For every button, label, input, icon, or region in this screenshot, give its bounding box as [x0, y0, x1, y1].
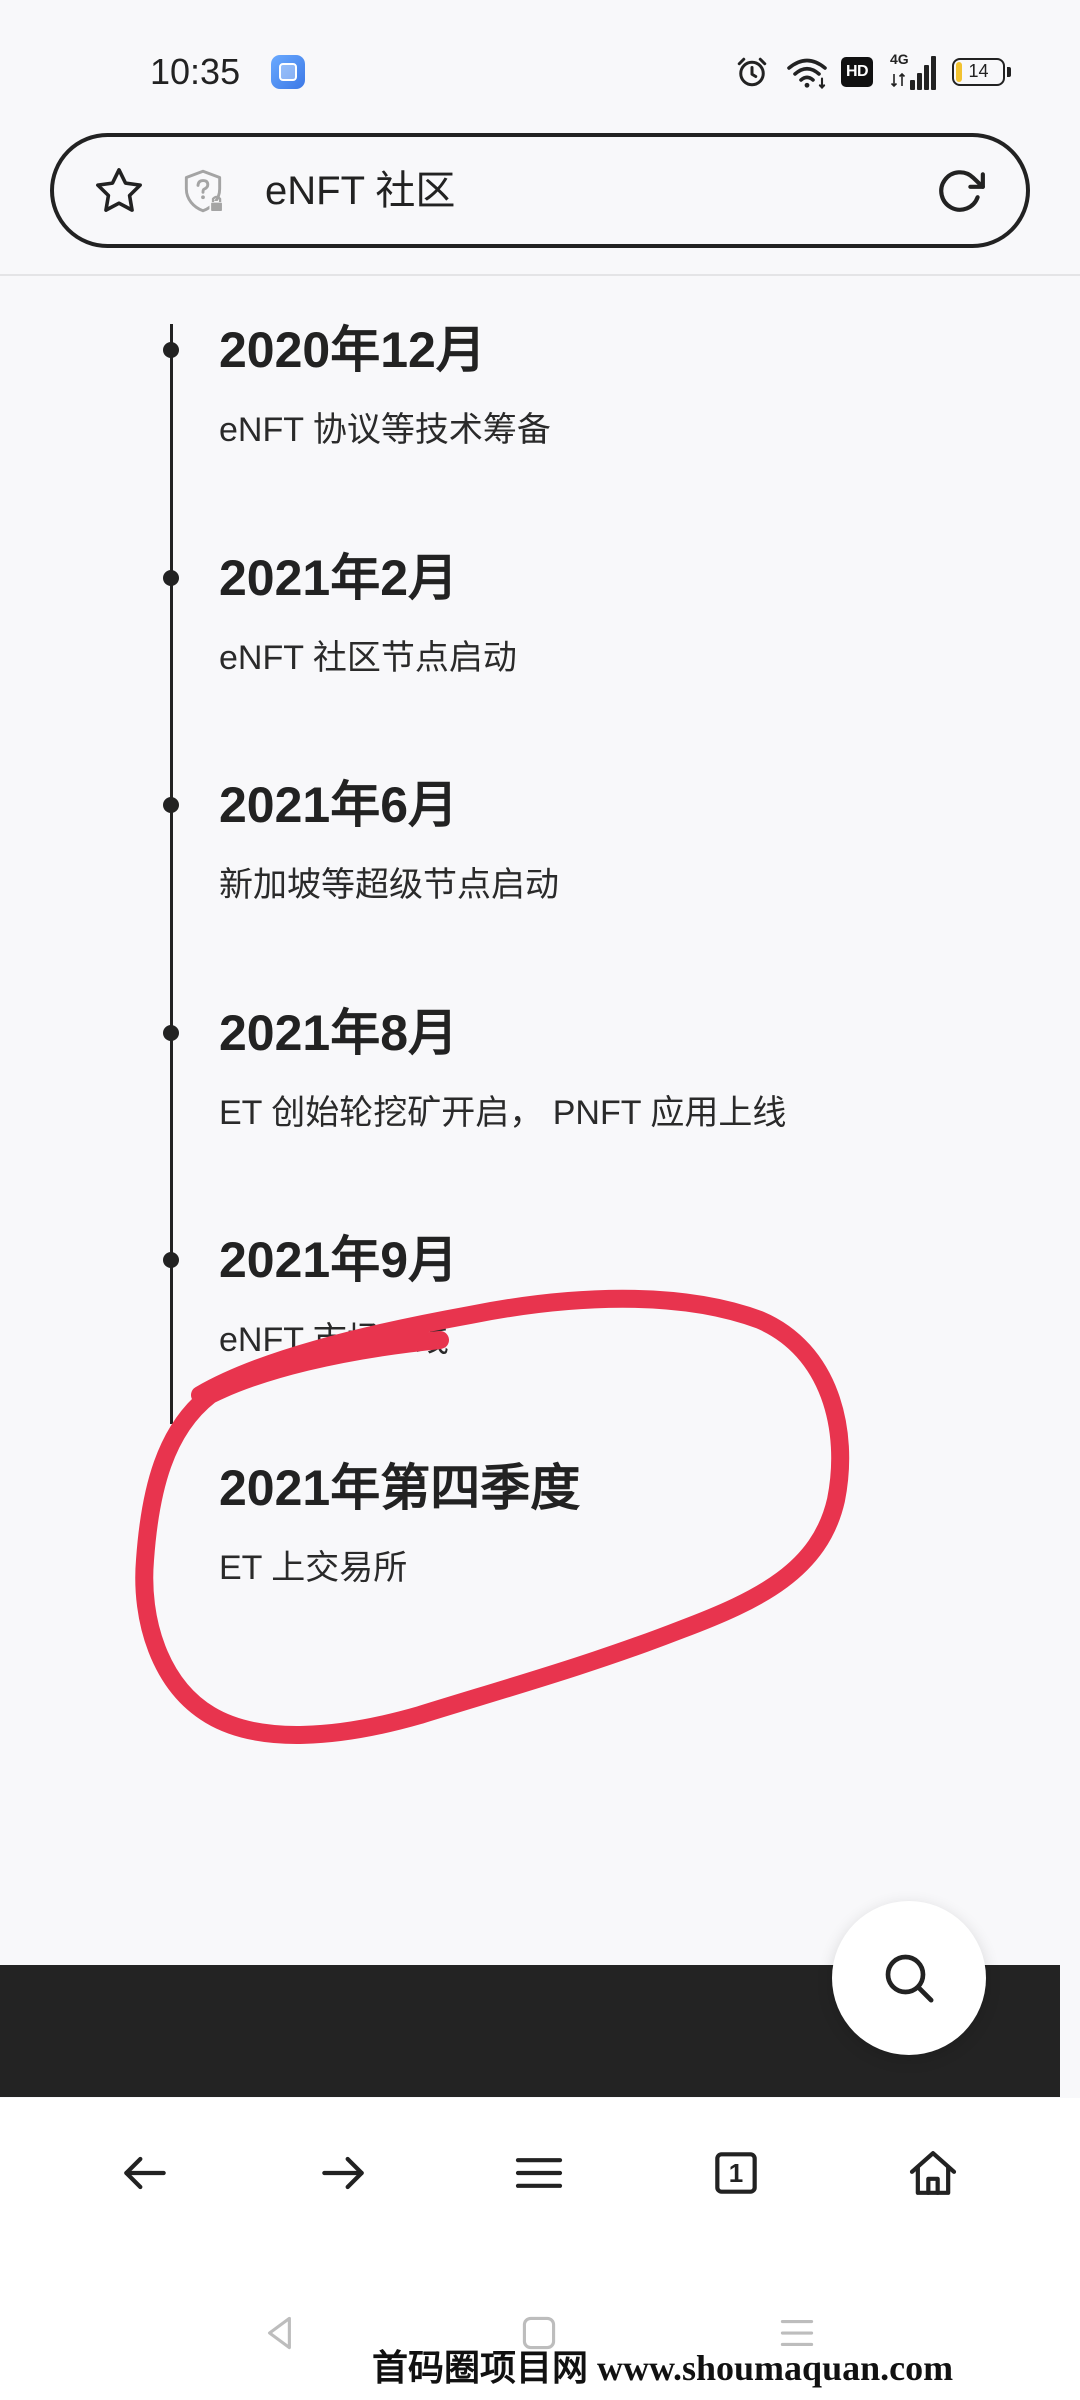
page-title[interactable]: eNFT 社区 — [265, 167, 455, 215]
timeline-item: 2020年12月 eNFT 协议等技术筹备 — [0, 320, 1080, 548]
battery-icon: 14 — [952, 58, 1011, 86]
star-icon[interactable] — [92, 164, 146, 218]
timeline-dot — [163, 569, 179, 586]
timeline-item: 2021年第四季度 ET 上交易所 — [0, 1458, 1080, 1686]
timeline-date: 2021年9月 — [219, 1232, 459, 1288]
wifi-icon — [786, 56, 828, 89]
app-icon — [271, 55, 305, 89]
timeline-date: 2021年8月 — [219, 1004, 459, 1061]
timeline-date: 2021年2月 — [219, 549, 459, 606]
timeline-date: 2021年第四季度 — [219, 1459, 581, 1516]
timeline-item: 2021年6月 新加坡等超级节点启动 — [0, 775, 1080, 1003]
header-divider — [0, 274, 1080, 276]
search-icon — [885, 1954, 934, 2003]
timeline-dot — [163, 342, 179, 358]
home-button[interactable] — [893, 2133, 973, 2213]
hd-icon: HD — [841, 57, 873, 87]
address-bar[interactable]: eNFT 社区 — [50, 133, 1030, 248]
refresh-icon[interactable] — [935, 165, 987, 217]
tabs-button[interactable]: 1 — [696, 2133, 776, 2213]
home-icon — [909, 2151, 957, 2195]
browser-toolbar: 1 — [0, 2098, 1080, 2258]
timeline-description: 新加坡等超级节点启动 — [219, 866, 559, 904]
timeline-description: ET 上交易所 — [219, 1548, 408, 1587]
floating-search-button[interactable] — [832, 1901, 986, 2055]
shield-question-icon[interactable] — [178, 166, 228, 216]
back-arrow-icon — [124, 2156, 166, 2190]
network-type-label: 4G — [890, 51, 909, 67]
system-back-button[interactable] — [255, 2308, 305, 2358]
timeline-item: 2021年2月 eNFT 社区节点启动 — [0, 548, 1080, 776]
timeline: 2020年12月 eNFT 协议等技术筹备 2021年2月 eNFT 社区节点启… — [0, 320, 1080, 1685]
timeline-description: ET 创始轮挖矿开启， PNFT 应用上线 — [219, 1093, 787, 1132]
watermark-text: 首码圈项目网 www.shoumaquan.com — [372, 2348, 954, 2388]
timeline-date: 2021年6月 — [219, 777, 459, 833]
timeline-description: eNFT 市场上线 — [219, 1321, 449, 1359]
timeline-dot — [163, 1024, 179, 1041]
menu-icon — [515, 2158, 563, 2188]
timeline-dot — [163, 797, 179, 813]
system-back-icon — [268, 2316, 291, 2350]
timeline-dot — [163, 1252, 179, 1268]
back-button[interactable] — [105, 2133, 185, 2213]
timeline-description: eNFT 协议等技术筹备 — [219, 411, 551, 449]
timeline-description: eNFT 社区节点启动 — [219, 638, 517, 677]
battery-percent: 14 — [968, 61, 989, 81]
alarm-icon — [734, 54, 770, 90]
signal-icon: 4G — [890, 52, 938, 92]
tab-count: 1 — [728, 2158, 744, 2188]
forward-button[interactable] — [303, 2133, 383, 2213]
timeline-item: 2021年8月 ET 创始轮挖矿开启， PNFT 应用上线 — [0, 1003, 1080, 1231]
forward-arrow-icon — [322, 2156, 364, 2190]
timeline-item: 2021年9月 eNFT 市场上线 — [0, 1230, 1080, 1458]
menu-button[interactable] — [499, 2133, 579, 2213]
timeline-date: 2020年12月 — [219, 322, 486, 378]
status-time: 10:35 — [150, 51, 241, 92]
